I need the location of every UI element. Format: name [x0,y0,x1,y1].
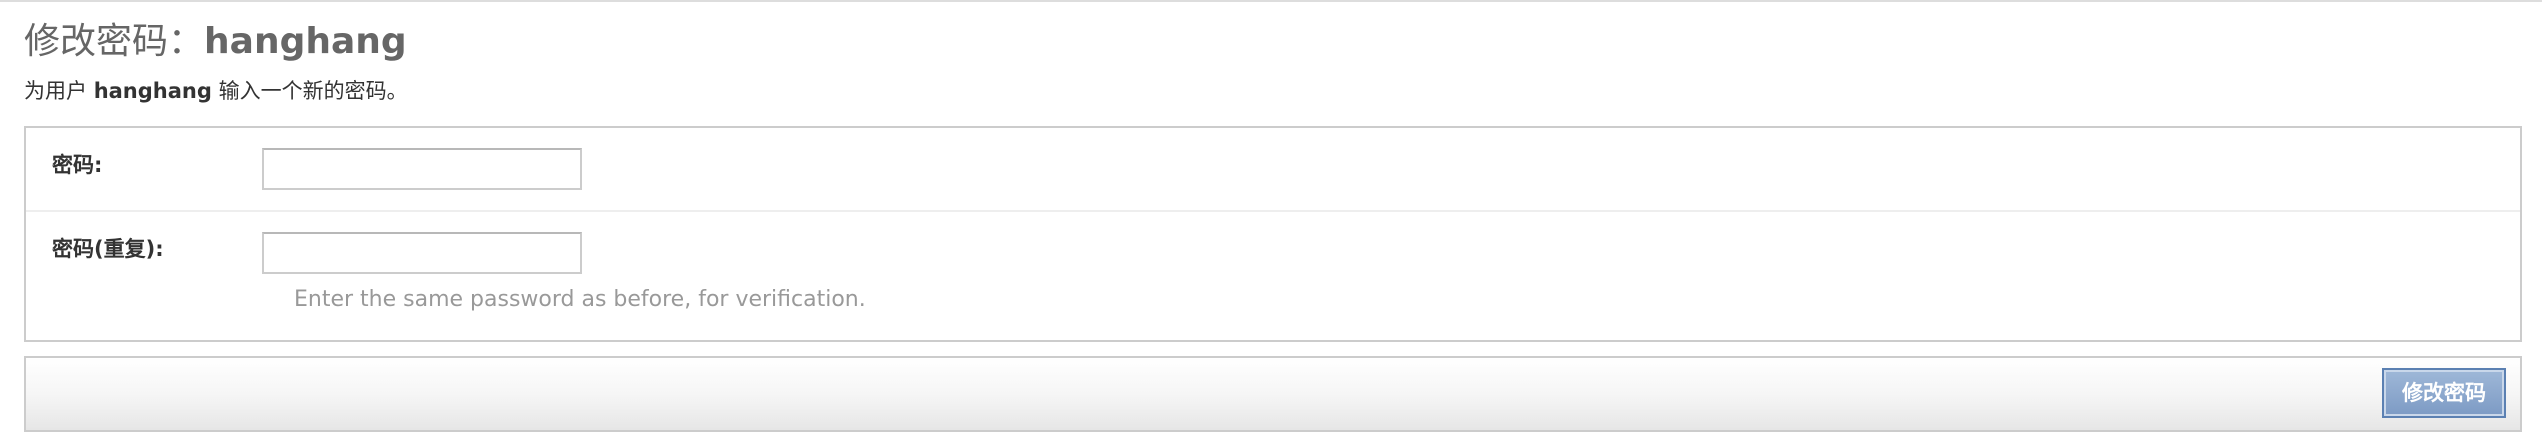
password-fieldset: 密码: 密码(重复): Enter the same password as b… [24,126,2522,342]
intro-before: 为用户 [24,79,94,103]
page-title-prefix: 修改密码： [24,21,205,62]
page-title-username: hanghang [204,21,407,62]
password-input[interactable] [262,148,582,190]
password-confirm-input[interactable] [262,232,582,274]
form-row-password: 密码: [26,128,2520,212]
submit-row: 修改密码 [24,356,2522,432]
intro-text: 为用户 hanghang 输入一个新的密码。 [24,74,408,108]
intro-after: 输入一个新的密码。 [211,79,408,103]
password-confirm-help-text: Enter the same password as before, for v… [294,287,866,312]
password-label: 密码: [52,153,103,177]
change-password-button[interactable]: 修改密码 [2382,368,2506,418]
page-title: 修改密码：hanghang [24,14,407,70]
password-confirm-label: 密码(重复): [52,237,164,261]
form-row-password-confirm: 密码(重复): Enter the same password as befor… [26,212,2520,340]
intro-username: hanghang [93,79,212,103]
top-divider [0,0,2542,2]
